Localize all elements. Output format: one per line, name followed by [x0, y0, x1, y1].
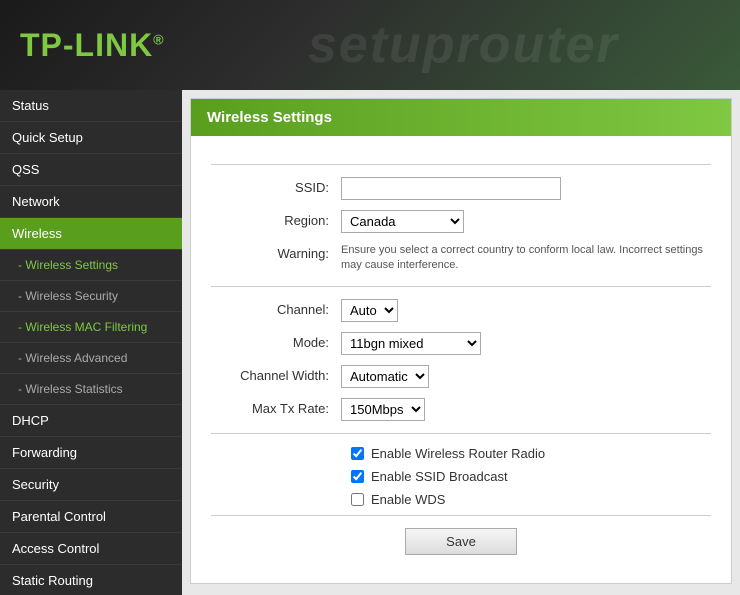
channel-control: Auto 123 456 789 1011	[341, 299, 711, 322]
max-tx-rate-control: 150Mbps 54Mbps 48Mbps 36Mbps 24Mbps	[341, 398, 711, 421]
warning-control: Ensure you select a correct country to c…	[341, 243, 711, 274]
content-panel: Wireless Settings SSID: Region: Canada	[190, 98, 732, 584]
enable-radio-row: Enable Wireless Router Radio	[211, 446, 711, 461]
warning-label: Warning:	[211, 243, 341, 261]
region-row: Region: Canada United States United King…	[211, 210, 711, 233]
sidebar-item-wireless-statistics[interactable]: - Wireless Statistics	[0, 374, 182, 405]
sidebar-item-status[interactable]: Status	[0, 90, 182, 122]
main-layout: StatusQuick SetupQSSNetworkWireless- Wir…	[0, 90, 740, 595]
ssid-label: SSID:	[211, 177, 341, 195]
enable-wds-checkbox[interactable]	[351, 493, 364, 506]
logo-text: TP-LINK	[20, 27, 153, 63]
enable-ssid-checkbox[interactable]	[351, 470, 364, 483]
watermark: setuprouter	[308, 15, 619, 75]
sidebar: StatusQuick SetupQSSNetworkWireless- Wir…	[0, 90, 182, 595]
logo: TP-LINK®	[20, 27, 165, 64]
sidebar-item-network[interactable]: Network	[0, 186, 182, 218]
warning-text: Ensure you select a correct country to c…	[341, 243, 711, 274]
sidebar-item-forwarding[interactable]: Forwarding	[0, 437, 182, 469]
sidebar-item-quick-setup[interactable]: Quick Setup	[0, 122, 182, 154]
region-control: Canada United States United Kingdom Aust…	[341, 210, 711, 233]
mode-select[interactable]: 11bgn mixed 11bg mixed 11b only 11g only…	[341, 332, 481, 355]
enable-radio-checkbox[interactable]	[351, 447, 364, 460]
ssid-input[interactable]	[341, 177, 561, 200]
enable-ssid-label: Enable SSID Broadcast	[371, 469, 508, 484]
sidebar-item-parental-control[interactable]: Parental Control	[0, 501, 182, 533]
header: setuprouter TP-LINK®	[0, 0, 740, 90]
enable-ssid-row: Enable SSID Broadcast	[211, 469, 711, 484]
content-area: Wireless Settings SSID: Region: Canada	[182, 90, 740, 595]
enable-wds-row: Enable WDS	[211, 492, 711, 507]
logo-suffix: ®	[153, 31, 164, 47]
divider-checkboxes	[211, 433, 711, 434]
sidebar-item-static-routing[interactable]: Static Routing	[0, 565, 182, 595]
max-tx-rate-row: Max Tx Rate: 150Mbps 54Mbps 48Mbps 36Mbp…	[211, 398, 711, 421]
max-tx-rate-select[interactable]: 150Mbps 54Mbps 48Mbps 36Mbps 24Mbps	[341, 398, 425, 421]
sidebar-item-wireless-advanced[interactable]: - Wireless Advanced	[0, 343, 182, 374]
sidebar-item-dhcp[interactable]: DHCP	[0, 405, 182, 437]
warning-row: Warning: Ensure you select a correct cou…	[211, 243, 711, 274]
channel-width-row: Channel Width: Automatic 20MHz 40MHz	[211, 365, 711, 388]
page-title: Wireless Settings	[191, 99, 731, 136]
mode-label: Mode:	[211, 332, 341, 350]
region-label: Region:	[211, 210, 341, 228]
max-tx-rate-label: Max Tx Rate:	[211, 398, 341, 416]
enable-wds-label: Enable WDS	[371, 492, 445, 507]
channel-width-label: Channel Width:	[211, 365, 341, 383]
mode-row: Mode: 11bgn mixed 11bg mixed 11b only 11…	[211, 332, 711, 355]
region-select[interactable]: Canada United States United Kingdom Aust…	[341, 210, 464, 233]
channel-width-select[interactable]: Automatic 20MHz 40MHz	[341, 365, 429, 388]
divider-top	[211, 164, 711, 165]
ssid-control	[341, 177, 711, 200]
sidebar-item-wireless-settings[interactable]: - Wireless Settings	[0, 250, 182, 281]
wireless-settings-form: SSID: Region: Canada United States Unite…	[191, 136, 731, 583]
channel-label: Channel:	[211, 299, 341, 317]
save-row: Save	[211, 515, 711, 567]
sidebar-item-qss[interactable]: QSS	[0, 154, 182, 186]
channel-width-control: Automatic 20MHz 40MHz	[341, 365, 711, 388]
save-button[interactable]: Save	[405, 528, 517, 555]
sidebar-item-wireless-mac-filtering[interactable]: - Wireless MAC Filtering	[0, 312, 182, 343]
mode-control: 11bgn mixed 11bg mixed 11b only 11g only…	[341, 332, 711, 355]
sidebar-item-security[interactable]: Security	[0, 469, 182, 501]
channel-row: Channel: Auto 123 456 789 1011	[211, 299, 711, 322]
ssid-row: SSID:	[211, 177, 711, 200]
divider-mid	[211, 286, 711, 287]
channel-select[interactable]: Auto 123 456 789 1011	[341, 299, 398, 322]
enable-radio-label: Enable Wireless Router Radio	[371, 446, 545, 461]
sidebar-item-wireless-security[interactable]: - Wireless Security	[0, 281, 182, 312]
sidebar-item-access-control[interactable]: Access Control	[0, 533, 182, 565]
sidebar-item-wireless[interactable]: Wireless	[0, 218, 182, 250]
